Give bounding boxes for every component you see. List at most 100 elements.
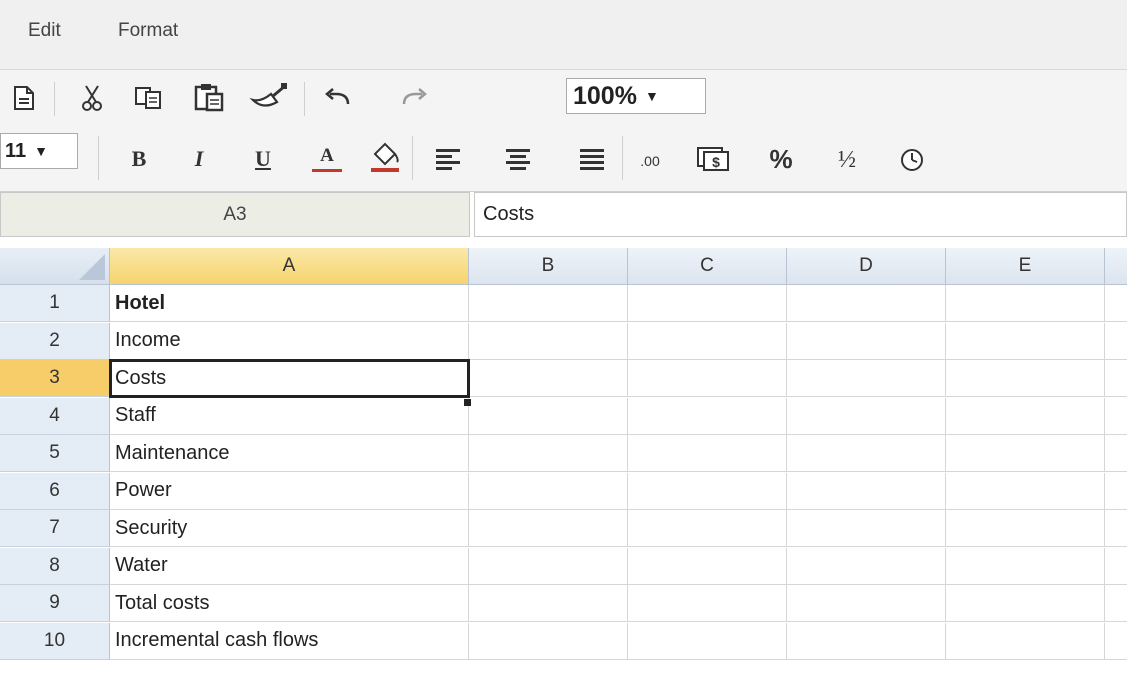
cell[interactable] <box>469 285 628 322</box>
cell[interactable] <box>787 360 946 397</box>
cell[interactable] <box>469 435 628 472</box>
cell[interactable] <box>628 285 787 322</box>
cell[interactable] <box>787 622 946 660</box>
cell[interactable] <box>946 510 1105 547</box>
currency-icon[interactable]: $ <box>694 142 732 176</box>
cell-a1[interactable]: Hotel <box>110 285 469 322</box>
bold-icon[interactable]: B <box>124 142 154 176</box>
cell[interactable] <box>946 397 1105 435</box>
column-header-next[interactable] <box>1105 248 1127 285</box>
cell[interactable] <box>787 322 946 360</box>
cell[interactable] <box>787 397 946 435</box>
cell[interactable] <box>628 435 787 472</box>
cell[interactable] <box>628 622 787 660</box>
cell[interactable] <box>946 472 1105 510</box>
undo-icon[interactable] <box>322 84 354 112</box>
cell[interactable] <box>469 622 628 660</box>
cell[interactable] <box>1105 323 1127 360</box>
cell[interactable] <box>1105 510 1127 547</box>
cell[interactable] <box>628 585 787 622</box>
cell[interactable] <box>469 360 628 397</box>
cell[interactable] <box>1105 585 1127 622</box>
column-header-b[interactable]: B <box>469 248 628 285</box>
row-header[interactable]: 9 <box>0 585 110 622</box>
row-header[interactable]: 10 <box>0 622 110 660</box>
cell-a3[interactable]: Costs <box>109 359 470 398</box>
cell[interactable] <box>469 547 628 585</box>
new-document-icon[interactable] <box>8 82 40 114</box>
cell-a8[interactable]: Water <box>110 547 469 585</box>
row-header[interactable]: 1 <box>0 285 110 322</box>
align-right-icon[interactable] <box>576 144 608 174</box>
cell-a4[interactable]: Staff <box>110 397 469 435</box>
cell[interactable] <box>469 397 628 435</box>
column-header-a[interactable]: A <box>110 248 469 285</box>
column-header-c[interactable]: C <box>628 248 787 285</box>
cell-a9[interactable]: Total costs <box>110 585 469 622</box>
row-header[interactable]: 3 <box>0 360 110 397</box>
cell[interactable] <box>787 472 946 510</box>
cell[interactable] <box>628 472 787 510</box>
row-header[interactable]: 7 <box>0 510 110 547</box>
cell[interactable] <box>787 547 946 585</box>
percent-icon[interactable]: % <box>764 142 798 176</box>
cell[interactable] <box>628 360 787 397</box>
row-header[interactable]: 2 <box>0 322 110 360</box>
cell[interactable] <box>469 472 628 510</box>
font-size-select[interactable]: 11 ▼ <box>0 133 78 169</box>
name-box[interactable]: A3 <box>0 192 470 237</box>
italic-icon[interactable]: I <box>184 142 214 176</box>
cell[interactable] <box>946 547 1105 585</box>
format-painter-icon[interactable] <box>248 80 290 114</box>
fill-color-icon[interactable] <box>368 140 402 176</box>
menu-format[interactable]: Format <box>118 20 178 42</box>
row-header[interactable]: 6 <box>0 472 110 510</box>
cell-a7[interactable]: Security <box>110 510 469 547</box>
paste-icon[interactable] <box>192 80 228 114</box>
cell[interactable] <box>1105 435 1127 472</box>
cell[interactable] <box>946 622 1105 660</box>
fraction-icon[interactable]: ½ <box>830 144 864 176</box>
cell[interactable] <box>469 585 628 622</box>
cell[interactable] <box>1105 623 1127 660</box>
cell[interactable] <box>787 285 946 322</box>
cell[interactable] <box>946 322 1105 360</box>
cell[interactable] <box>1105 285 1127 322</box>
cell[interactable] <box>628 510 787 547</box>
select-all-corner[interactable] <box>0 248 110 285</box>
row-header[interactable]: 5 <box>0 435 110 472</box>
cell[interactable] <box>1105 473 1127 510</box>
cell[interactable] <box>1105 548 1127 585</box>
cell-a2[interactable]: Income <box>110 322 469 360</box>
cell[interactable] <box>946 585 1105 622</box>
time-icon[interactable] <box>896 144 928 176</box>
font-color-icon[interactable]: A <box>312 142 342 172</box>
cell[interactable] <box>787 585 946 622</box>
cell[interactable] <box>946 360 1105 397</box>
cell[interactable] <box>946 285 1105 322</box>
column-header-d[interactable]: D <box>787 248 946 285</box>
cell[interactable] <box>787 510 946 547</box>
cell[interactable] <box>469 322 628 360</box>
cell[interactable] <box>1105 398 1127 435</box>
decimal-icon[interactable]: .00 <box>630 146 670 176</box>
cell[interactable] <box>946 435 1105 472</box>
cell[interactable] <box>628 547 787 585</box>
fill-handle[interactable] <box>464 399 471 406</box>
column-header-e[interactable]: E <box>946 248 1105 285</box>
row-header[interactable]: 4 <box>0 397 110 435</box>
cell[interactable] <box>628 397 787 435</box>
row-header[interactable]: 8 <box>0 547 110 585</box>
formula-input[interactable]: Costs <box>474 192 1127 237</box>
cell[interactable] <box>628 322 787 360</box>
cell[interactable] <box>1105 360 1127 397</box>
redo-icon[interactable] <box>398 84 430 112</box>
cell[interactable] <box>469 510 628 547</box>
cell[interactable] <box>787 435 946 472</box>
copy-icon[interactable] <box>132 82 166 114</box>
menu-edit[interactable]: Edit <box>28 20 61 42</box>
align-left-icon[interactable] <box>432 144 464 174</box>
cell-a10[interactable]: Incremental cash flows <box>110 622 469 660</box>
cell-a6[interactable]: Power <box>110 472 469 510</box>
cut-icon[interactable] <box>76 82 108 114</box>
